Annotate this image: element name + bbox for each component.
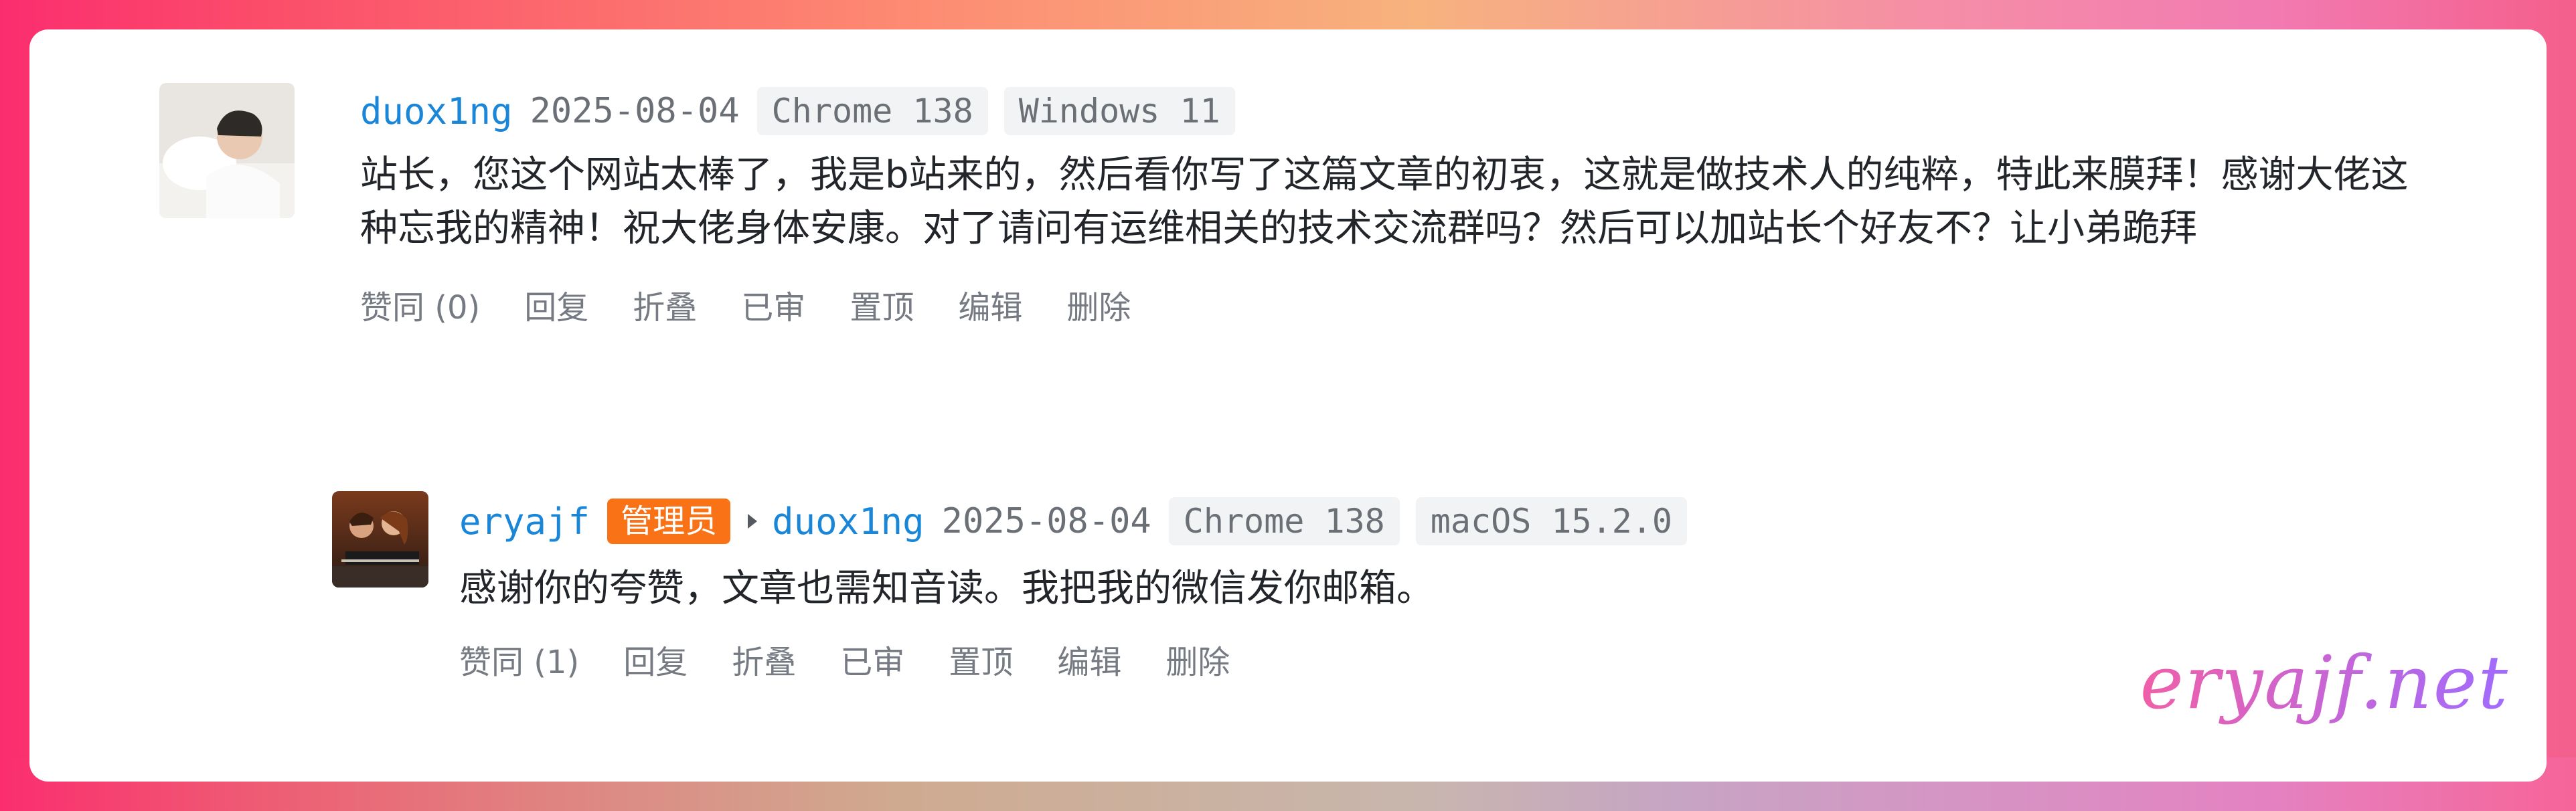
username-link[interactable]: duox1ng [360, 90, 513, 132]
reply-actions: 赞同 (1) 回复 折叠 已审 置顶 编辑 删除 [459, 636, 2401, 683]
avatar[interactable] [332, 491, 428, 588]
approve-button[interactable]: 已审 [741, 281, 805, 328]
collapse-button[interactable]: 折叠 [732, 636, 796, 683]
os-tag: Windows 11 [1003, 87, 1235, 135]
like-button[interactable]: 赞同 (0) [360, 281, 480, 328]
reply-button[interactable]: 回复 [623, 636, 688, 683]
os-tag: macOS 15.2.0 [1415, 497, 1688, 545]
reply-to-username-link[interactable]: duox1ng [772, 501, 924, 543]
avatar[interactable] [159, 83, 295, 218]
reply-body: eryajf 管理员 duox1ng 2025-08-04 Chrome 138… [459, 491, 2401, 683]
edit-button[interactable]: 编辑 [1057, 636, 1121, 683]
comment-meta: duox1ng 2025-08-04 Chrome 138 Windows 11 [360, 83, 2435, 139]
comment-body: duox1ng 2025-08-04 Chrome 138 Windows 11… [360, 83, 2435, 328]
comment-actions: 赞同 (0) 回复 折叠 已审 置顶 编辑 删除 [360, 281, 2435, 328]
reply-meta: eryajf 管理员 duox1ng 2025-08-04 Chrome 138… [459, 491, 2401, 551]
like-button[interactable]: 赞同 (1) [459, 636, 579, 683]
comment-text: 站长，您这个网站太棒了，我是b站来的，然后看你写了这篇文章的初衷，这就是做技术人… [360, 153, 2409, 250]
admin-badge: 管理员 [607, 499, 731, 544]
delete-button[interactable]: 删除 [1066, 281, 1131, 328]
comment-date: 2025-08-04 [530, 91, 740, 131]
collapse-button[interactable]: 折叠 [633, 281, 697, 328]
browser-tag: Chrome 138 [756, 87, 988, 135]
comment-card: duox1ng 2025-08-04 Chrome 138 Windows 11… [29, 29, 2547, 782]
approve-button[interactable]: 已审 [840, 636, 904, 683]
reply-text: 感谢你的夸赞，文章也需知音读。我把我的微信发你邮箱。 [459, 567, 1434, 610]
username-link[interactable]: eryajf [459, 501, 590, 543]
pin-button[interactable]: 置顶 [949, 636, 1013, 683]
pin-button[interactable]: 置顶 [850, 281, 914, 328]
reply-date: 2025-08-04 [941, 501, 1151, 541]
reply-arrow-icon [748, 514, 758, 529]
browser-tag: Chrome 138 [1168, 497, 1400, 545]
reply-button[interactable]: 回复 [524, 281, 588, 328]
delete-button[interactable]: 删除 [1165, 636, 1230, 683]
edit-button[interactable]: 编辑 [958, 281, 1022, 328]
site-watermark: eryajf.net [2140, 640, 2509, 725]
